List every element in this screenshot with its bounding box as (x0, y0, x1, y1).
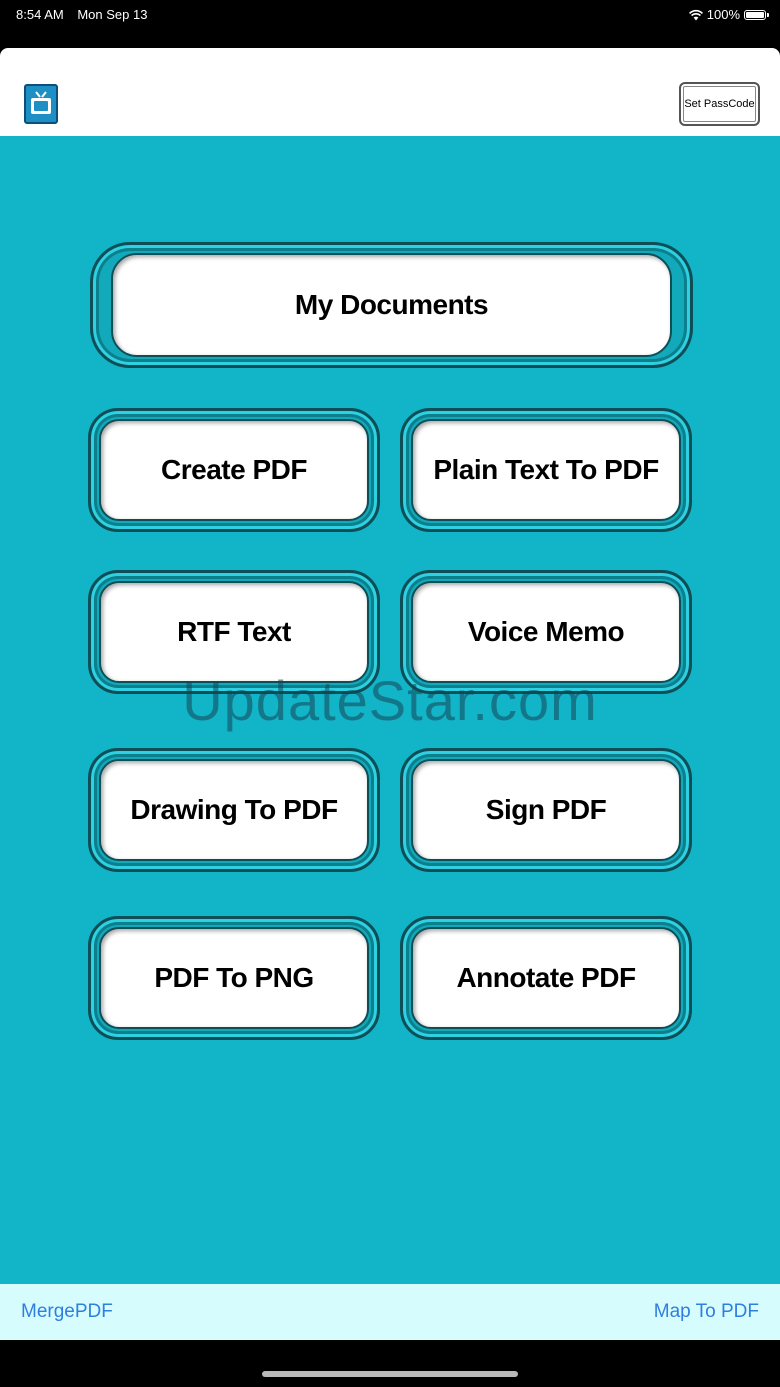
main-menu: My Documents Create PDF Plain Text To PD… (0, 136, 780, 1284)
tv-icon[interactable] (24, 84, 58, 124)
status-date: Mon Sep 13 (77, 7, 148, 22)
create-pdf-button[interactable]: Create PDF (88, 408, 380, 532)
my-documents-label: My Documents (111, 253, 672, 357)
battery-fill (746, 11, 764, 18)
plain-text-to-pdf-button[interactable]: Plain Text To PDF (400, 408, 692, 532)
watermark: UpdateStar.com (182, 669, 598, 732)
status-left: 8:54 AM Mon Sep 13 (16, 7, 157, 22)
pdf-to-png-button[interactable]: PDF To PNG (88, 916, 380, 1040)
annotate-pdf-label: Annotate PDF (411, 927, 681, 1029)
drawing-to-pdf-label: Drawing To PDF (99, 759, 369, 861)
bottom-toolbar: MergePDF Map To PDF (0, 1284, 780, 1340)
top-bar: Set PassCode (0, 48, 780, 136)
home-indicator[interactable] (262, 1371, 518, 1377)
annotate-pdf-button[interactable]: Annotate PDF (400, 916, 692, 1040)
status-right: 100% (688, 7, 769, 22)
create-pdf-label: Create PDF (99, 419, 369, 521)
map-to-pdf-link[interactable]: Map To PDF (654, 1301, 759, 1323)
pdf-to-png-label: PDF To PNG (99, 927, 369, 1029)
plain-text-to-pdf-label: Plain Text To PDF (411, 419, 681, 521)
status-time: 8:54 AM (16, 7, 64, 22)
merge-pdf-link[interactable]: MergePDF (21, 1301, 113, 1323)
battery-percent: 100% (706, 7, 740, 22)
sign-pdf-label: Sign PDF (411, 759, 681, 861)
sign-pdf-button[interactable]: Sign PDF (400, 748, 692, 872)
set-passcode-button[interactable]: Set PassCode (679, 82, 760, 126)
my-documents-button[interactable]: My Documents (90, 242, 693, 368)
battery-icon (744, 9, 769, 20)
tv-icon-glyph (31, 91, 51, 114)
status-bar: 8:54 AM Mon Sep 13 100% (0, 0, 780, 48)
drawing-to-pdf-button[interactable]: Drawing To PDF (88, 748, 380, 872)
wifi-icon (688, 9, 703, 20)
